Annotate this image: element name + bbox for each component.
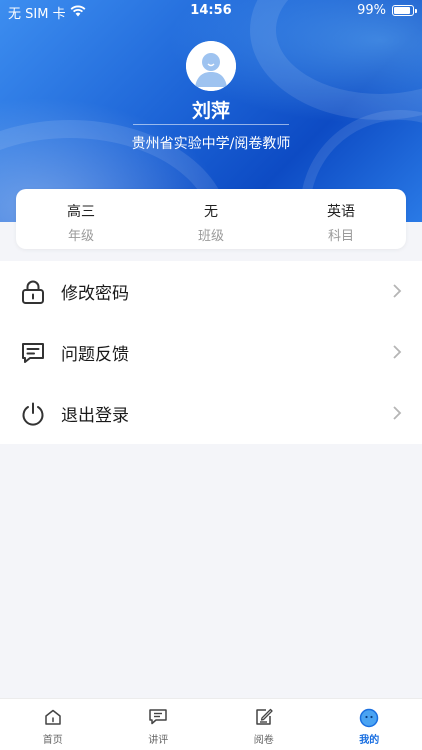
tab-label: 讲评	[148, 735, 169, 746]
tab-label: 首页	[42, 735, 63, 746]
battery-text: 99%	[357, 3, 386, 18]
info-value: 英语	[327, 204, 355, 220]
menu-label: 修改密码	[61, 284, 129, 304]
bottom-tab-bar: 首页 讲评 阅卷 我的	[0, 698, 422, 750]
tab-grading[interactable]: 阅卷	[211, 699, 317, 750]
info-subject: 英语 科目	[276, 189, 406, 249]
info-label: 科目	[327, 229, 354, 244]
menu-item-logout[interactable]: 退出登录	[0, 383, 422, 444]
menu-item-feedback[interactable]: 问题反馈	[0, 322, 422, 383]
menu-label: 退出登录	[61, 406, 129, 426]
battery-icon	[392, 5, 417, 16]
chevron-right-icon	[392, 283, 402, 303]
settings-menu: 修改密码 问题反馈 退出登录	[0, 261, 422, 444]
info-value: 高三	[67, 204, 95, 220]
info-class: 无 班级	[146, 189, 276, 249]
school-role: 贵州省实验中学/阅卷教师	[131, 136, 291, 152]
comment-icon	[106, 708, 212, 728]
info-card: 高三 年级 无 班级 英语 科目	[16, 189, 406, 249]
tab-label: 阅卷	[253, 735, 274, 746]
profile-face-icon	[317, 708, 422, 728]
tab-mine[interactable]: 我的	[317, 699, 422, 750]
menu-label: 问题反馈	[61, 345, 129, 365]
lock-icon	[20, 279, 46, 305]
user-name: 刘萍	[191, 100, 230, 122]
chevron-right-icon	[392, 344, 402, 364]
grading-icon	[211, 708, 317, 728]
menu-item-change-password[interactable]: 修改密码	[0, 261, 422, 322]
message-icon	[20, 340, 46, 366]
tab-label: 我的	[359, 735, 380, 746]
name-divider	[133, 124, 289, 125]
status-bar: 无 SIM 卡 14:56 99%	[0, 0, 422, 22]
power-icon	[20, 401, 46, 427]
chevron-right-icon	[392, 405, 402, 425]
home-icon	[0, 708, 106, 728]
info-grade: 高三 年级	[16, 189, 146, 249]
info-label: 年级	[67, 229, 94, 244]
info-label: 班级	[197, 229, 224, 244]
avatar[interactable]	[186, 41, 236, 91]
tab-home[interactable]: 首页	[0, 699, 106, 750]
tab-review[interactable]: 讲评	[106, 699, 212, 750]
info-value: 无	[204, 204, 218, 220]
